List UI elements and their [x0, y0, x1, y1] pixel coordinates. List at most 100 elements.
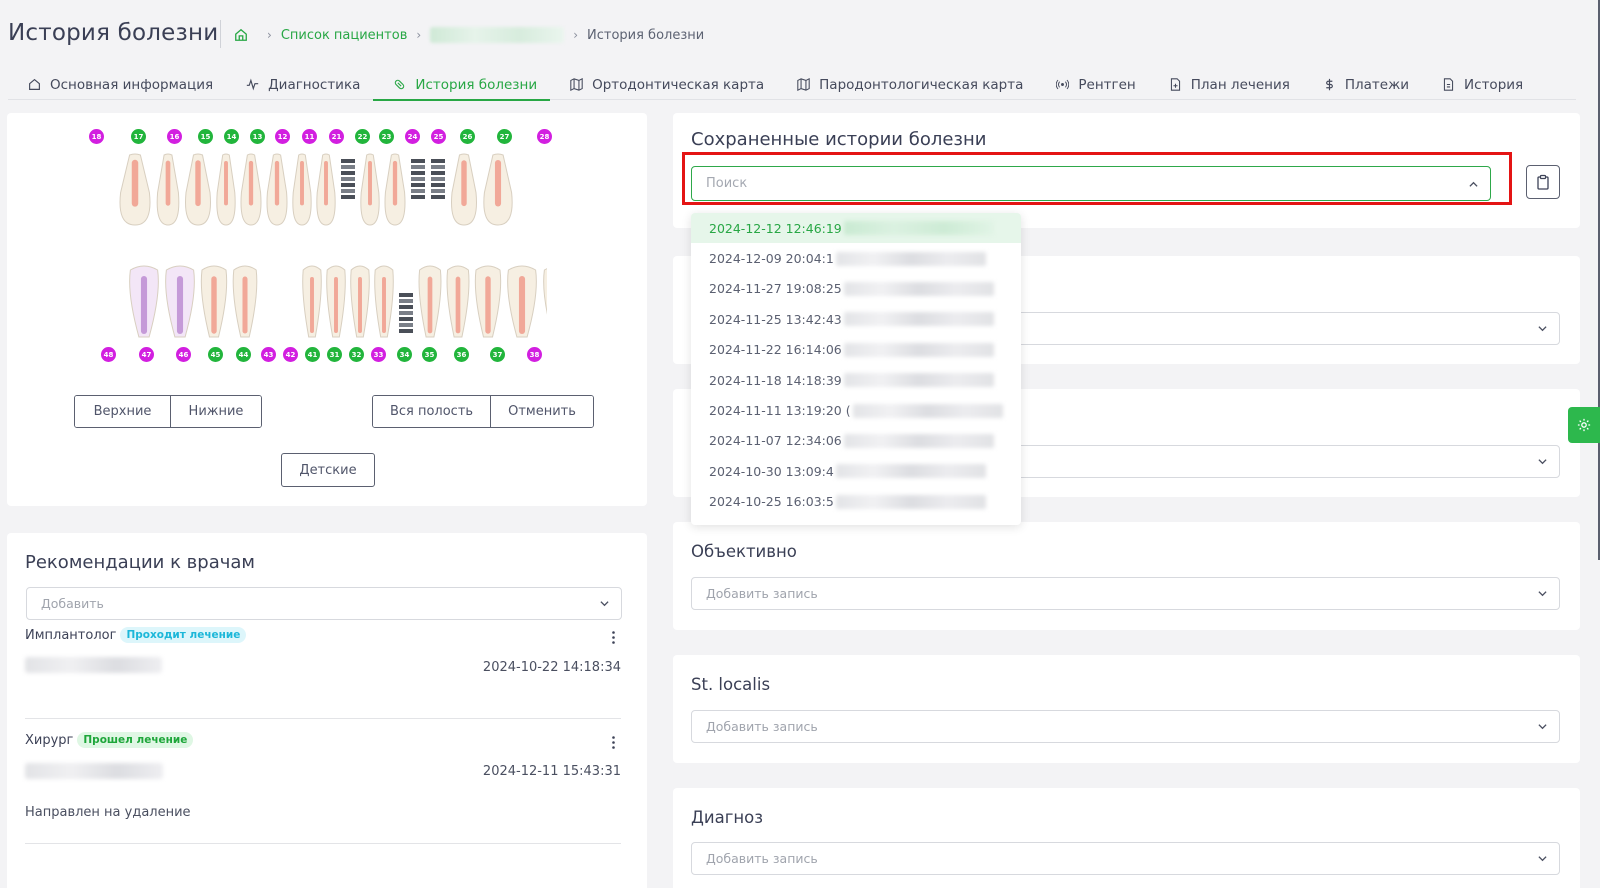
tooth-24[interactable] — [411, 159, 425, 199]
tooth-27[interactable] — [483, 153, 513, 226]
tooth-number-16[interactable]: 16 — [167, 129, 182, 144]
history-option[interactable]: 2024-11-22 16:14:06 — [691, 335, 1021, 365]
tooth-31[interactable] — [374, 265, 394, 338]
tooth-37[interactable] — [543, 266, 547, 337]
tooth-42[interactable] — [326, 265, 346, 338]
tooth-17[interactable] — [156, 153, 180, 226]
diagnosis-select[interactable]: Добавить запись — [691, 842, 1560, 875]
breadcrumb-patients-link[interactable]: Список пациентов — [281, 28, 408, 43]
tab-medical-history[interactable]: История болезни — [373, 70, 550, 101]
breadcrumb-patient-name-redacted[interactable] — [430, 27, 565, 43]
tooth-number-35[interactable]: 35 — [422, 347, 437, 362]
tooth-11[interactable] — [316, 153, 336, 226]
tab-main-info[interactable]: Основная информация — [8, 70, 226, 99]
tooth-26[interactable] — [451, 153, 477, 226]
objective-select[interactable]: Добавить запись — [691, 577, 1560, 610]
children-teeth-button[interactable]: Детские — [281, 453, 375, 487]
history-option[interactable]: 2024-12-09 20:04:1 — [691, 243, 1021, 273]
tooth-34[interactable] — [446, 265, 470, 338]
tab-treatment-plan[interactable]: План лечения — [1149, 70, 1303, 99]
tooth-number-14[interactable]: 14 — [224, 129, 239, 144]
st-localis-select[interactable]: Добавить запись — [691, 710, 1560, 743]
select-placeholder: Добавить запись — [706, 586, 818, 601]
tab-periodontal-chart[interactable]: Пародонтологическая карта — [777, 70, 1036, 99]
history-option[interactable]: 2024-11-27 19:08:25 — [691, 274, 1021, 304]
history-option[interactable]: 2024-12-12 12:46:19 — [691, 213, 1021, 244]
tooth-12[interactable] — [292, 153, 312, 226]
tab-xray[interactable]: Рентген — [1036, 70, 1148, 99]
tooth-14[interactable] — [240, 153, 262, 226]
tooth-number-38[interactable]: 38 — [527, 347, 542, 362]
tooth-number-48[interactable]: 48 — [101, 347, 116, 362]
tooth-number-47[interactable]: 47 — [139, 347, 154, 362]
history-option-date: 2024-12-12 12:46:19 — [709, 220, 842, 236]
tooth-25[interactable] — [431, 159, 445, 199]
tooth-number-45[interactable]: 45 — [208, 347, 223, 362]
tooth-number-32[interactable]: 32 — [349, 347, 364, 362]
tooth-36[interactable] — [507, 265, 537, 338]
tooth-number-23[interactable]: 23 — [379, 129, 394, 144]
tooth-47[interactable] — [165, 265, 195, 338]
tooth-number-13[interactable]: 13 — [250, 129, 265, 144]
tooth-35[interactable] — [474, 265, 502, 338]
tab-payments[interactable]: Платежи — [1303, 70, 1422, 99]
tooth-number-17[interactable]: 17 — [131, 129, 146, 144]
tooth-number-33[interactable]: 33 — [371, 347, 386, 362]
cancel-selection-button[interactable]: Отменить — [490, 396, 593, 427]
tooth-number-24[interactable]: 24 — [405, 129, 420, 144]
tab-diagnostics[interactable]: Диагностика — [226, 70, 373, 99]
tooth-number-36[interactable]: 36 — [454, 347, 469, 362]
tooth-22[interactable] — [360, 153, 380, 226]
history-option[interactable]: 2024-10-30 13:09:4 — [691, 456, 1021, 486]
tooth-number-25[interactable]: 25 — [431, 129, 446, 144]
history-option[interactable]: 2024-11-07 12:34:06 — [691, 426, 1021, 456]
tooth-number-18[interactable]: 18 — [89, 129, 104, 144]
tooth-23[interactable] — [384, 153, 406, 226]
lower-jaw-button[interactable]: Нижние — [170, 396, 261, 427]
tooth-33[interactable] — [418, 265, 442, 338]
tooth-number-37[interactable]: 37 — [490, 347, 505, 362]
tooth-43[interactable] — [302, 265, 322, 338]
tooth-13[interactable] — [266, 153, 288, 226]
tooth-number-31[interactable]: 31 — [327, 347, 342, 362]
tooth-number-22[interactable]: 22 — [355, 129, 370, 144]
home-icon[interactable] — [234, 28, 248, 42]
tooth-number-34[interactable]: 34 — [397, 347, 412, 362]
whole-mouth-button[interactable]: Вся полость — [373, 396, 490, 427]
tooth-48[interactable] — [129, 265, 159, 338]
settings-button[interactable] — [1568, 407, 1600, 443]
clipboard-button[interactable] — [1526, 165, 1560, 199]
recommendations-card: Рекомендации к врачам Добавить Имплантол… — [7, 533, 647, 888]
tooth-41[interactable] — [350, 265, 370, 338]
tooth-45[interactable] — [232, 265, 258, 338]
tooth-number-42[interactable]: 42 — [283, 347, 298, 362]
upper-jaw-button[interactable]: Верхние — [75, 396, 170, 427]
tooth-number-28[interactable]: 28 — [537, 129, 552, 144]
more-vertical-icon[interactable] — [612, 631, 615, 644]
tooth-number-21[interactable]: 21 — [329, 129, 344, 144]
tooth-46[interactable] — [200, 265, 228, 338]
history-option[interactable]: 2024-10-25 16:03:5 — [691, 487, 1021, 517]
tooth-number-11[interactable]: 11 — [302, 129, 317, 144]
tooth-21[interactable] — [341, 159, 355, 199]
tooth-number-41[interactable]: 41 — [305, 347, 320, 362]
tooth-18[interactable] — [119, 153, 151, 226]
breadcrumb: › Список пациентов › › История болезни — [234, 27, 704, 43]
tooth-number-15[interactable]: 15 — [198, 129, 213, 144]
tooth-number-27[interactable]: 27 — [497, 129, 512, 144]
tooth-number-12[interactable]: 12 — [275, 129, 290, 144]
tab-history[interactable]: История — [1422, 70, 1536, 99]
tooth-32[interactable] — [399, 293, 413, 333]
history-option[interactable]: 2024-11-11 13:19:20 ( — [691, 395, 1021, 425]
history-option[interactable]: 2024-11-25 13:42:43 — [691, 304, 1021, 334]
more-vertical-icon[interactable] — [612, 736, 615, 749]
add-recommendation-select[interactable]: Добавить — [26, 587, 622, 620]
tooth-number-43[interactable]: 43 — [261, 347, 276, 362]
tooth-number-44[interactable]: 44 — [236, 347, 251, 362]
history-option[interactable]: 2024-11-18 14:18:39 — [691, 365, 1021, 395]
tooth-16[interactable] — [185, 153, 211, 226]
tooth-15[interactable] — [216, 153, 236, 226]
tooth-number-26[interactable]: 26 — [460, 129, 475, 144]
tooth-number-46[interactable]: 46 — [176, 347, 191, 362]
tab-orthodontic-chart[interactable]: Ортодонтическая карта — [550, 70, 777, 99]
